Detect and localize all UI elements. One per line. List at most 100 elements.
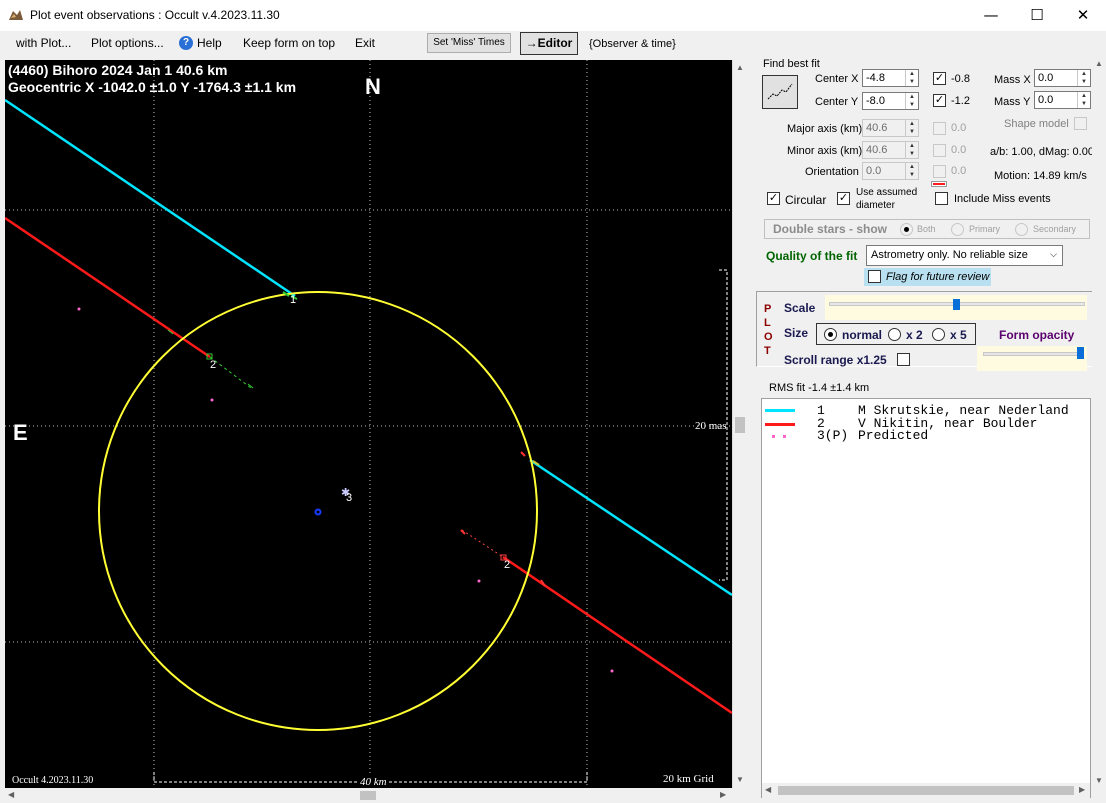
scale-bars bbox=[153, 269, 728, 783]
color-swatch-fill bbox=[933, 183, 945, 185]
rms-fit-label: RMS fit -1.4 ±1.4 km bbox=[769, 382, 870, 394]
use-assumed-checkbox[interactable]: ✓ bbox=[837, 192, 850, 205]
observer-time-label[interactable]: {Observer & time} bbox=[589, 38, 676, 50]
diameter-label: diameter bbox=[856, 200, 895, 211]
center-y-checkbox[interactable]: ✓ bbox=[933, 94, 946, 107]
mass-x-spinner[interactable]: 0.0 ▲ ▼ bbox=[1034, 69, 1091, 87]
menu-exit[interactable]: Exit bbox=[355, 36, 375, 50]
maximize-button[interactable]: ☐ bbox=[1014, 0, 1060, 31]
secondary-label: Secondary bbox=[1033, 224, 1077, 234]
panel-vertical-scrollbar[interactable]: ▲ ▼ bbox=[1092, 56, 1106, 803]
scroll-right-icon[interactable]: ▶ bbox=[1079, 785, 1085, 794]
chord-2-line-west bbox=[5, 216, 211, 359]
spinner-arrows-icon[interactable]: ▲ ▼ bbox=[1077, 92, 1090, 108]
orientation-spinner[interactable]: 0.0 ▲ ▼ bbox=[862, 162, 919, 180]
scale-slider-thumb[interactable] bbox=[953, 299, 960, 310]
minor-axis-spinner[interactable]: 40.6 ▲ ▼ bbox=[862, 141, 919, 159]
set-miss-times-button[interactable]: Set 'Miss' Times bbox=[427, 33, 511, 53]
asteroid-outline bbox=[98, 291, 538, 731]
plot-header-line1: (4460) Bihoro 2024 Jan 1 40.6 km bbox=[8, 62, 228, 78]
minor-axis-checkbox[interactable] bbox=[933, 144, 946, 157]
spinner-arrows-icon[interactable]: ▲ ▼ bbox=[1077, 70, 1090, 86]
quality-value: Astrometry only. No reliable size bbox=[871, 249, 1028, 261]
menu-with-plot[interactable]: with Plot... bbox=[16, 36, 71, 50]
size-x2-label: x 2 bbox=[906, 328, 923, 342]
mass-x-label: Mass X bbox=[994, 74, 1031, 86]
chord-2-miss-line-west bbox=[209, 356, 252, 389]
north-label: N bbox=[365, 74, 381, 99]
list-scroll-thumb[interactable] bbox=[778, 786, 1074, 795]
mass-y-value: 0.0 bbox=[1038, 94, 1054, 106]
plot-horizontal-scrollbar[interactable]: ◀ ▶ bbox=[5, 788, 732, 803]
scroll-left-icon[interactable]: ◀ bbox=[765, 785, 771, 794]
shape-model-label: Shape model bbox=[1004, 118, 1069, 130]
close-button[interactable]: ✕ bbox=[1060, 0, 1106, 31]
major-axis-spinner[interactable]: 40.6 ▲ ▼ bbox=[862, 119, 919, 137]
center-y-value: -8.0 bbox=[866, 95, 885, 107]
observers-list[interactable]: 1 M Skrutskie, near Nederland 2 V Nikiti… bbox=[761, 398, 1091, 798]
scroll-range-checkbox[interactable] bbox=[897, 353, 910, 366]
title-bar: Plot event observations : Occult v.4.202… bbox=[0, 0, 1106, 31]
grid-lines bbox=[5, 60, 732, 788]
scroll-up-icon[interactable]: ▲ bbox=[736, 63, 744, 72]
menu-help[interactable]: Help bbox=[197, 36, 222, 50]
scroll-up-icon[interactable]: ▲ bbox=[1095, 59, 1103, 68]
chord-label-3: 3 bbox=[346, 492, 353, 504]
legend-line-1 bbox=[765, 409, 795, 412]
scroll-down-icon[interactable]: ▼ bbox=[736, 775, 744, 784]
center-y-spinner[interactable]: -8.0 ▲ ▼ bbox=[862, 92, 919, 110]
flag-review-checkbox[interactable] bbox=[868, 270, 881, 283]
spinner-arrows-icon[interactable]: ▲ ▼ bbox=[905, 142, 918, 158]
primary-radio[interactable] bbox=[951, 223, 964, 236]
quality-dropdown[interactable]: Astrometry only. No reliable size ⌵ bbox=[866, 245, 1063, 266]
plot-canvas[interactable]: ✱ (4460) Bihoro 2024 Jan 1 40.6 km Geoce… bbox=[5, 60, 732, 788]
menu-plot-options[interactable]: Plot options... bbox=[91, 36, 164, 50]
opacity-slider-thumb[interactable] bbox=[1077, 347, 1084, 359]
spinner-arrows-icon[interactable]: ▲ ▼ bbox=[905, 163, 918, 179]
mass-y-spinner[interactable]: 0.0 ▲ ▼ bbox=[1034, 91, 1091, 109]
find-best-fit-button[interactable] bbox=[762, 75, 798, 109]
shape-model-checkbox[interactable] bbox=[1074, 117, 1087, 130]
major-axis-checkbox[interactable] bbox=[933, 122, 946, 135]
spinner-arrows-icon[interactable]: ▲ ▼ bbox=[905, 120, 918, 136]
ab-dmag-label: a/b: 1.00, dMag: 0.00 bbox=[990, 146, 1094, 158]
major-axis-label: Major axis (km) bbox=[787, 123, 863, 135]
opacity-slider-bg bbox=[977, 346, 1087, 371]
editor-button[interactable]: →Editor bbox=[520, 32, 578, 55]
scroll-down-icon[interactable]: ▼ bbox=[1095, 776, 1103, 785]
center-x-checkbox[interactable]: ✓ bbox=[933, 72, 946, 85]
minimize-button[interactable]: — bbox=[968, 0, 1014, 31]
plot-vertical-scrollbar[interactable]: ▲ ▼ bbox=[732, 60, 747, 788]
color-swatch[interactable] bbox=[931, 181, 947, 187]
spinner-arrows-icon[interactable]: ▲ ▼ bbox=[905, 93, 918, 109]
spinner-arrows-icon[interactable]: ▲ ▼ bbox=[905, 70, 918, 86]
orientation-label: Orientation bbox=[805, 166, 859, 178]
opacity-slider[interactable] bbox=[983, 352, 1083, 356]
include-miss-checkbox[interactable] bbox=[935, 192, 948, 205]
vertical-scroll-thumb[interactable] bbox=[735, 417, 745, 433]
size-x5-label: x 5 bbox=[950, 328, 967, 342]
secondary-radio[interactable] bbox=[1015, 223, 1028, 236]
list-horizontal-scrollbar[interactable]: ◀ ▶ bbox=[762, 783, 1090, 798]
orientation-value: 0.0 bbox=[866, 165, 882, 177]
center-x-label: Center X bbox=[815, 73, 859, 85]
motion-label: Motion: 14.89 km/s bbox=[994, 170, 1087, 182]
both-radio[interactable] bbox=[900, 223, 913, 236]
scroll-range-label: Scroll range x1.25 bbox=[784, 353, 887, 367]
center-x-spinner[interactable]: -4.8 ▲ ▼ bbox=[862, 69, 919, 87]
event-markers bbox=[167, 291, 546, 587]
scroll-right-icon[interactable]: ▶ bbox=[720, 790, 726, 799]
size-x5-radio[interactable] bbox=[932, 328, 945, 341]
size-normal-radio[interactable] bbox=[824, 328, 837, 341]
quality-label: Quality of the fit bbox=[766, 249, 858, 263]
menu-keep-on-top[interactable]: Keep form on top bbox=[243, 36, 335, 50]
mass-x-value: 0.0 bbox=[1038, 72, 1054, 84]
legend-line-2 bbox=[765, 423, 795, 426]
orientation-checkbox[interactable] bbox=[933, 165, 946, 178]
primary-label: Primary bbox=[969, 224, 1000, 234]
minor-axis-value: 40.6 bbox=[866, 144, 888, 156]
circular-checkbox[interactable]: ✓ bbox=[767, 192, 780, 205]
size-x2-radio[interactable] bbox=[888, 328, 901, 341]
horizontal-scroll-thumb[interactable] bbox=[360, 791, 376, 800]
scroll-left-icon[interactable]: ◀ bbox=[8, 790, 14, 799]
